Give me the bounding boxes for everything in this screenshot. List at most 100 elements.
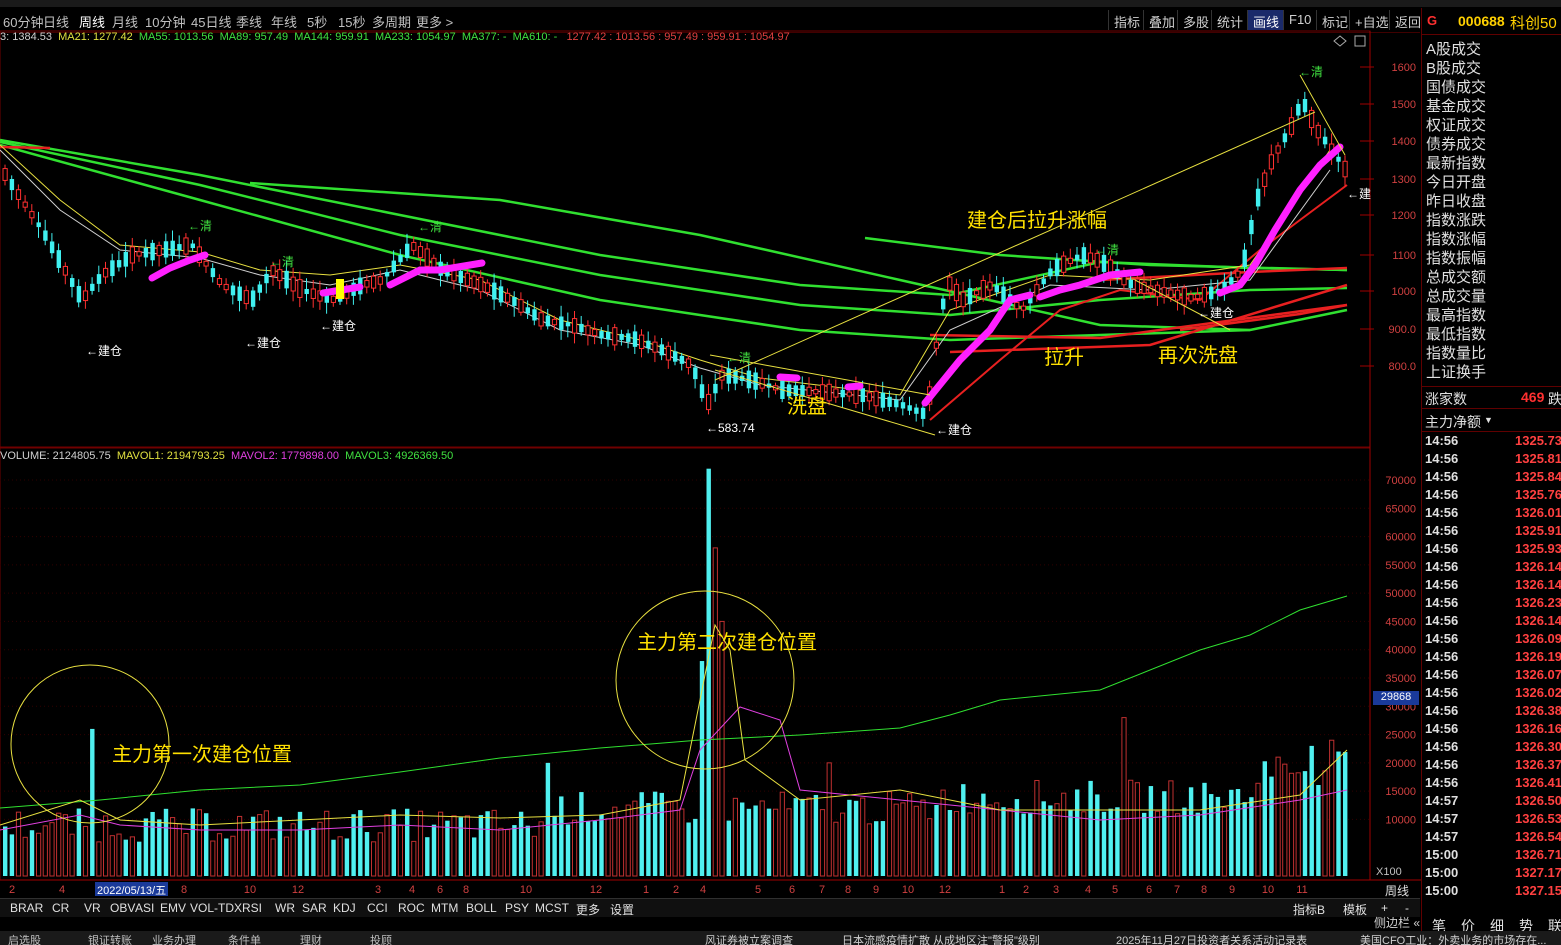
indicator-right-1[interactable]: 模板 xyxy=(1343,901,1367,918)
quote-field-14: 最高指数 xyxy=(1426,307,1487,324)
volume-bar-up xyxy=(1255,782,1261,877)
indicator-tab-12[interactable]: ROC xyxy=(398,901,425,915)
candle-body-down xyxy=(619,333,624,340)
tick-row: 14:57 1326.53 xyxy=(1422,811,1561,829)
volume-bar-up xyxy=(1081,811,1087,877)
sidebar-toggle[interactable]: 侧边栏 « xyxy=(1374,914,1420,931)
status-item-0[interactable]: 启选股 xyxy=(8,932,41,945)
tick-row: 14:56 1326.19 xyxy=(1422,649,1561,667)
volume-bar-down xyxy=(592,821,597,876)
status-item-3[interactable]: 条件单 xyxy=(228,932,261,945)
candle-body-down xyxy=(994,285,999,293)
indicator-tab-16[interactable]: MCST xyxy=(535,901,569,915)
indicator-right-3[interactable]: - xyxy=(1405,901,1409,915)
tick-time: 14:56 xyxy=(1425,721,1459,736)
candle-body-down xyxy=(646,340,651,349)
tick-time: 15:00 xyxy=(1425,865,1459,880)
candle-body-down xyxy=(713,383,718,394)
indicator-tab-8[interactable]: WR xyxy=(275,901,295,915)
candle-body-down xyxy=(907,405,912,411)
dropdown-icon[interactable]: ▼ xyxy=(1484,415,1493,425)
tick-price: 1326.14 xyxy=(1515,559,1561,574)
indicator-tab-1[interactable]: CR xyxy=(52,901,69,915)
status-item-1[interactable]: 银证转账 xyxy=(88,932,132,945)
volume-bar-up xyxy=(618,817,625,877)
annotation-rise-after-build: 建仓后拉升涨幅 xyxy=(967,208,1107,232)
volume-bar-down xyxy=(9,834,15,876)
candle-body-down xyxy=(1229,277,1234,285)
volume-bar-down xyxy=(331,839,336,876)
indicator-tab-9[interactable]: SAR xyxy=(302,901,327,915)
volume-bar-down xyxy=(659,792,664,876)
volume-bar-down xyxy=(1249,797,1254,876)
candle-body-up xyxy=(478,276,484,293)
second-build-circle xyxy=(615,590,795,770)
vol-axis-label: 50000 xyxy=(1385,588,1416,600)
news-ticker-3[interactable]: 美国CFO工业：外卖业务的市场存在... xyxy=(1360,932,1546,945)
volume-bar-down xyxy=(847,799,852,876)
candle-body-up xyxy=(371,275,377,289)
candle-body-up xyxy=(377,276,383,285)
indicator-tab-0[interactable]: BRAR xyxy=(10,901,43,915)
indicator-tab-18[interactable]: 设置 xyxy=(610,901,634,918)
tick-price: 1326.02 xyxy=(1515,685,1561,700)
volume-bar-up xyxy=(371,841,377,877)
volume-bar-down xyxy=(559,796,564,876)
tick-price: 1326.37 xyxy=(1515,757,1561,772)
candle-body-down xyxy=(1282,133,1288,143)
quote-field-2: 国债成交 xyxy=(1426,79,1487,96)
indicator-tab-7[interactable]: RSI xyxy=(242,901,262,915)
indicator-tab-17[interactable]: 更多 xyxy=(576,901,600,918)
volume-bar-up xyxy=(1175,813,1181,877)
vol-axis-label: 15000 xyxy=(1385,786,1416,798)
indicator-tab-4[interactable]: ASI xyxy=(135,901,154,915)
news-ticker-1[interactable]: 日本流感疫情扩散 从成地区注"警报"级别 xyxy=(842,932,1040,945)
indicator-right-0[interactable]: 指标B xyxy=(1293,901,1325,918)
indicator-tab-3[interactable]: OBV xyxy=(110,901,135,915)
volume-bar-up xyxy=(759,800,765,877)
candle-body-down xyxy=(177,244,182,251)
candle-body-down xyxy=(230,285,236,296)
candle-body-down xyxy=(76,286,82,303)
candle-body-down xyxy=(679,355,685,364)
indicator-tab-13[interactable]: MTM xyxy=(431,901,458,915)
candle-body-up xyxy=(873,390,879,407)
candle-body-up xyxy=(1014,301,1020,310)
candle-body-down xyxy=(36,222,41,228)
tick-time: 14:56 xyxy=(1425,487,1459,502)
volume-bar-down xyxy=(458,817,463,876)
indicator-right-2[interactable]: + xyxy=(1381,901,1388,915)
news-ticker-2[interactable]: 2025年11月27日投资者关系活动记录表 xyxy=(1116,932,1307,945)
candle-body-down xyxy=(1242,249,1247,268)
news-ticker-0[interactable]: 风证券被立案调查 xyxy=(705,932,793,945)
candle-body-down xyxy=(840,389,845,398)
x-axis-label: 8 xyxy=(463,884,469,896)
tick-time: 14:56 xyxy=(1425,595,1459,610)
volume-bar-up xyxy=(1168,780,1174,877)
volume-bar-up xyxy=(913,805,919,877)
candle-body-up xyxy=(685,358,692,368)
volume-bar-down xyxy=(472,837,477,876)
fall-label: 跌 xyxy=(1548,391,1561,407)
volume-bar-up xyxy=(893,803,899,877)
vol-axis-label: 25000 xyxy=(1385,730,1416,742)
indicator-tab-11[interactable]: CCI xyxy=(367,901,388,915)
volume-bar-down xyxy=(934,804,939,876)
status-item-5[interactable]: 投顾 xyxy=(370,932,392,945)
tick-price: 1326.16 xyxy=(1515,721,1561,736)
candle-body-down xyxy=(9,179,15,191)
status-item-4[interactable]: 理财 xyxy=(300,932,322,945)
volume-bar-down xyxy=(961,784,966,876)
indicator-tab-15[interactable]: PSY xyxy=(505,901,529,915)
indicator-tab-10[interactable]: KDJ xyxy=(333,901,356,915)
vol-axis-label: 35000 xyxy=(1385,673,1416,685)
status-item-2[interactable]: 业务办理 xyxy=(152,932,196,945)
indicator-tab-14[interactable]: BOLL xyxy=(466,901,497,915)
tick-price: 1326.14 xyxy=(1515,613,1561,628)
indicator-tab-5[interactable]: EMV xyxy=(160,901,186,915)
volume-bar-down xyxy=(344,838,350,876)
indicator-tab-6[interactable]: VOL-TDX xyxy=(190,901,242,915)
indicator-tab-2[interactable]: VR xyxy=(84,901,101,915)
volume-bar-up xyxy=(920,799,926,877)
candle-body-up xyxy=(15,189,22,200)
